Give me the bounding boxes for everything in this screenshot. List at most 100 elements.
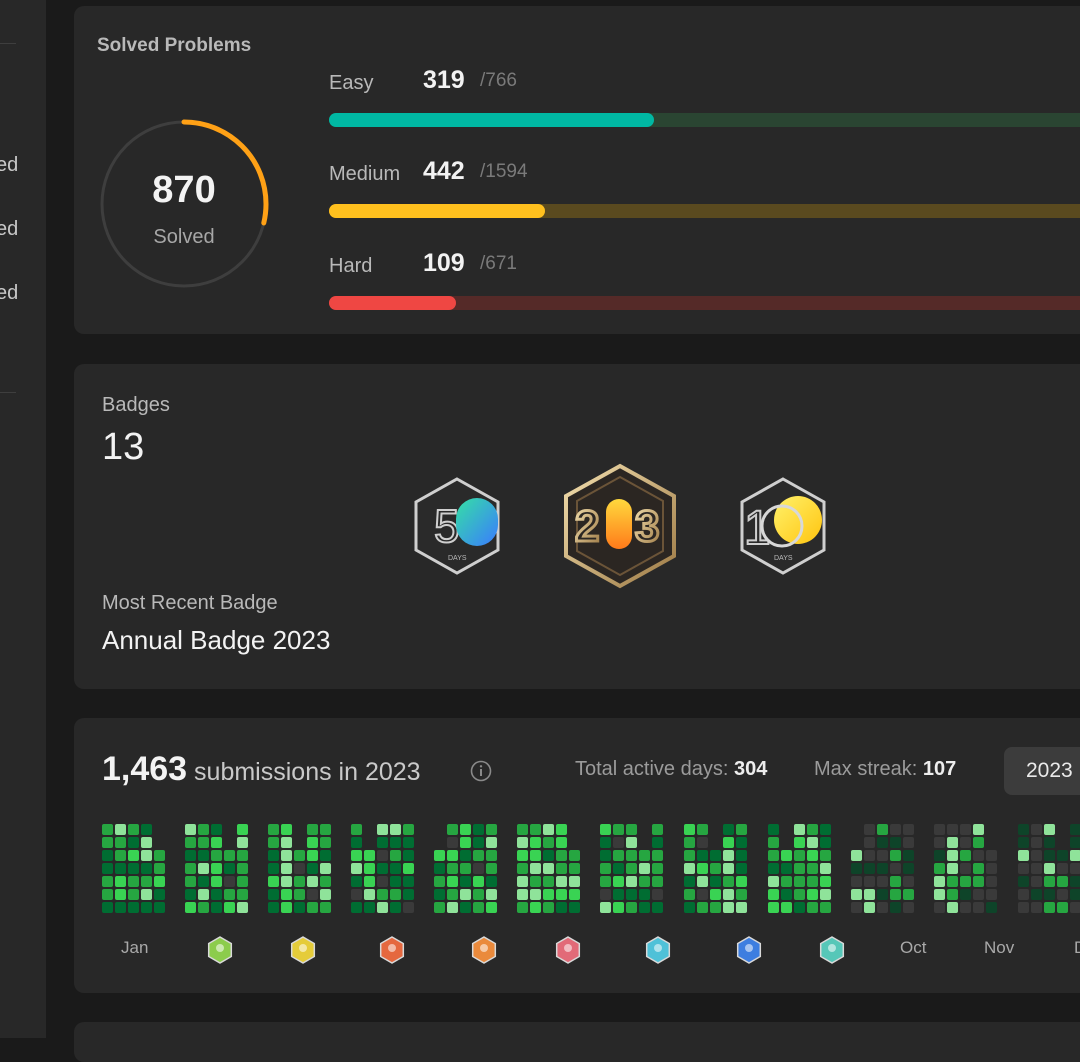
heatmap-day-cell[interactable] xyxy=(543,837,554,848)
heatmap-day-cell[interactable] xyxy=(447,902,458,913)
heatmap-day-cell[interactable] xyxy=(934,850,945,861)
heatmap-day-cell[interactable] xyxy=(268,850,279,861)
heatmap-day-cell[interactable] xyxy=(517,824,528,835)
heatmap-day-cell[interactable] xyxy=(154,889,165,900)
heatmap-day-cell[interactable] xyxy=(320,876,331,887)
heatmap-day-cell[interactable] xyxy=(198,837,209,848)
heatmap-day-cell[interactable] xyxy=(723,889,734,900)
heatmap-day-cell[interactable] xyxy=(434,889,445,900)
heatmap-day-cell[interactable] xyxy=(141,889,152,900)
heatmap-day-cell[interactable] xyxy=(903,850,914,861)
heatmap-day-cell[interactable] xyxy=(1044,889,1055,900)
heatmap-day-cell[interactable] xyxy=(781,850,792,861)
heatmap-day-cell[interactable] xyxy=(320,863,331,874)
heatmap-day-cell[interactable] xyxy=(684,902,695,913)
heatmap-day-cell[interactable] xyxy=(794,876,805,887)
heatmap-day-cell[interactable] xyxy=(1057,876,1068,887)
heatmap-day-cell[interactable] xyxy=(1018,863,1029,874)
heatmap-day-cell[interactable] xyxy=(794,850,805,861)
heatmap-day-cell[interactable] xyxy=(268,863,279,874)
heatmap-day-cell[interactable] xyxy=(569,902,580,913)
heatmap-day-cell[interactable] xyxy=(820,902,831,913)
heatmap-day-cell[interactable] xyxy=(600,837,611,848)
heatmap-day-cell[interactable] xyxy=(307,876,318,887)
heatmap-day-cell[interactable] xyxy=(877,824,888,835)
heatmap-day-cell[interactable] xyxy=(890,850,901,861)
heatmap-day-cell[interactable] xyxy=(768,889,779,900)
heatmap-day-cell[interactable] xyxy=(1044,876,1055,887)
heatmap-day-cell[interactable] xyxy=(1031,902,1042,913)
heatmap-day-cell[interactable] xyxy=(281,876,292,887)
heatmap-day-cell[interactable] xyxy=(307,863,318,874)
heatmap-day-cell[interactable] xyxy=(281,824,292,835)
heatmap-day-cell[interactable] xyxy=(198,902,209,913)
heatmap-day-cell[interactable] xyxy=(820,863,831,874)
heatmap-day-cell[interactable] xyxy=(639,902,650,913)
heatmap-day-cell[interactable] xyxy=(237,876,248,887)
heatmap-day-cell[interactable] xyxy=(364,889,375,900)
heatmap-day-cell[interactable] xyxy=(569,889,580,900)
heatmap-day-cell[interactable] xyxy=(530,889,541,900)
heatmap-day-cell[interactable] xyxy=(864,902,875,913)
heatmap-day-cell[interactable] xyxy=(697,837,708,848)
heatmap-day-cell[interactable] xyxy=(447,837,458,848)
heatmap-day-cell[interactable] xyxy=(403,837,414,848)
heatmap-day-cell[interactable] xyxy=(351,902,362,913)
heatmap-day-cell[interactable] xyxy=(486,902,497,913)
heatmap-day-cell[interactable] xyxy=(652,889,663,900)
heatmap-day-cell[interactable] xyxy=(986,863,997,874)
heatmap-day-cell[interactable] xyxy=(556,889,567,900)
heatmap-day-cell[interactable] xyxy=(543,850,554,861)
heatmap-day-cell[interactable] xyxy=(960,876,971,887)
heatmap-day-cell[interactable] xyxy=(307,889,318,900)
heatmap-day-cell[interactable] xyxy=(986,850,997,861)
heatmap-day-cell[interactable] xyxy=(128,824,139,835)
heatmap-day-cell[interactable] xyxy=(652,824,663,835)
heatmap-day-cell[interactable] xyxy=(1057,889,1068,900)
heatmap-day-cell[interactable] xyxy=(530,863,541,874)
heatmap-day-cell[interactable] xyxy=(307,902,318,913)
heatmap-day-cell[interactable] xyxy=(294,876,305,887)
heatmap-day-cell[interactable] xyxy=(626,876,637,887)
heatmap-day-cell[interactable] xyxy=(1018,837,1029,848)
heatmap-day-cell[interactable] xyxy=(141,902,152,913)
heatmap-day-cell[interactable] xyxy=(807,889,818,900)
heatmap-day-cell[interactable] xyxy=(185,902,196,913)
heatmap-day-cell[interactable] xyxy=(781,863,792,874)
heatmap-day-cell[interactable] xyxy=(820,824,831,835)
heatmap-day-cell[interactable] xyxy=(947,889,958,900)
heatmap-day-cell[interactable] xyxy=(102,837,113,848)
heatmap-day-cell[interactable] xyxy=(684,863,695,874)
heatmap-day-cell[interactable] xyxy=(364,876,375,887)
heatmap-day-cell[interactable] xyxy=(390,902,401,913)
heatmap-day-cell[interactable] xyxy=(307,824,318,835)
heatmap-day-cell[interactable] xyxy=(684,876,695,887)
heatmap-day-cell[interactable] xyxy=(723,837,734,848)
heatmap-day-cell[interactable] xyxy=(613,824,624,835)
heatmap-day-cell[interactable] xyxy=(1057,902,1068,913)
heatmap-day-cell[interactable] xyxy=(960,889,971,900)
heatmap-day-cell[interactable] xyxy=(281,863,292,874)
heatmap-day-cell[interactable] xyxy=(652,850,663,861)
heatmap-day-cell[interactable] xyxy=(768,850,779,861)
heatmap-day-cell[interactable] xyxy=(736,889,747,900)
heatmap-day-cell[interactable] xyxy=(185,824,196,835)
heatmap-day-cell[interactable] xyxy=(294,889,305,900)
heatmap-day-cell[interactable] xyxy=(1031,889,1042,900)
heatmap-day-cell[interactable] xyxy=(960,902,971,913)
heatmap-day-cell[interactable] xyxy=(697,889,708,900)
heatmap-day-cell[interactable] xyxy=(600,876,611,887)
heatmap-day-cell[interactable] xyxy=(268,837,279,848)
heatmap-day-cell[interactable] xyxy=(600,824,611,835)
heatmap-day-cell[interactable] xyxy=(947,850,958,861)
heatmap-day-cell[interactable] xyxy=(768,824,779,835)
heatmap-day-cell[interactable] xyxy=(390,889,401,900)
heatmap-day-cell[interactable] xyxy=(530,850,541,861)
heatmap-day-cell[interactable] xyxy=(517,889,528,900)
heatmap-day-cell[interactable] xyxy=(224,863,235,874)
heatmap-day-cell[interactable] xyxy=(600,889,611,900)
heatmap-day-cell[interactable] xyxy=(1070,876,1080,887)
heatmap-day-cell[interactable] xyxy=(473,889,484,900)
heatmap-day-cell[interactable] xyxy=(639,863,650,874)
heatmap-day-cell[interactable] xyxy=(115,902,126,913)
